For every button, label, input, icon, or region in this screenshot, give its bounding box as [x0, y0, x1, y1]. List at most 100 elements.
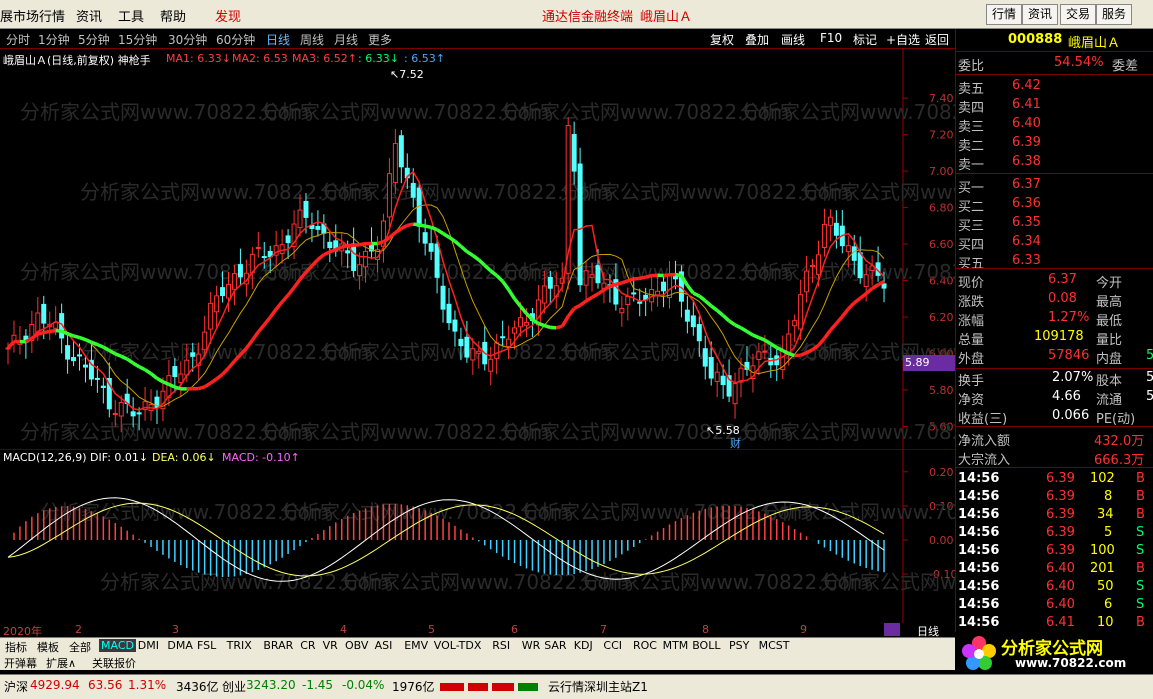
menu-discover[interactable]: 发现 [215, 6, 241, 25]
trend-segment [276, 302, 282, 309]
period-toolbar: 分时 1分钟 5分钟 15分钟 30分钟 60分钟 日线 周线 月线 更多 复权… [0, 29, 955, 49]
trend-segment [872, 285, 878, 289]
indicator-tab[interactable]: ROC [631, 639, 659, 652]
indicator-tab[interactable]: VOL-TDX [432, 639, 484, 652]
period-15min[interactable]: 15分钟 [118, 31, 157, 48]
candle [685, 310, 689, 321]
indicator-tab[interactable]: MACD [99, 639, 136, 652]
indicator-tab[interactable]: CR [298, 639, 317, 652]
candle [441, 286, 445, 309]
adjust-button[interactable]: 复权 [710, 31, 734, 48]
watermark: 分析家公式网www.70822.Com [740, 420, 955, 444]
candle [822, 224, 826, 247]
scroll-indicator[interactable] [884, 623, 900, 636]
indicator-tab[interactable]: PSY [727, 639, 751, 652]
candle [72, 358, 76, 361]
sell-level-label: 卖四 [958, 97, 984, 116]
related-quote-button[interactable]: 关联报价 [92, 655, 136, 671]
trend-segment [336, 247, 342, 250]
period-1min[interactable]: 1分钟 [38, 31, 70, 48]
danmu-button[interactable]: 开弹幕 [4, 655, 37, 671]
menu-news[interactable]: 资讯 [76, 6, 102, 25]
stat-value-2: 5. [1146, 370, 1153, 385]
indicator-tab[interactable]: 全部 [67, 639, 93, 655]
mark-button[interactable]: 标记 [853, 31, 877, 48]
back-button[interactable]: 返回 [925, 31, 949, 48]
trend-segment [842, 309, 848, 317]
trend-segment [157, 378, 163, 381]
period-more[interactable]: 更多 [368, 31, 392, 48]
candle [709, 358, 713, 379]
dif-label: DIF: 0.01↓ [90, 451, 148, 464]
candle [42, 304, 46, 323]
watermark: 分析家公式网www.70822.Com [760, 500, 955, 524]
indicator-tabs: 指标模板全部 MACDDMI DMAFSL TRIX BRARCR VROBVASI EMV… [0, 637, 955, 655]
indicator-tab[interactable]: EMV [402, 639, 430, 652]
indicator-tab[interactable]: FSL [195, 639, 218, 652]
trend-segment [824, 330, 830, 338]
news-button[interactable]: 资讯 [1022, 4, 1058, 25]
indicator-tab[interactable]: ASI [373, 639, 395, 652]
add-watchlist-button[interactable]: +自选 [886, 31, 920, 48]
indicator-tab[interactable]: BOLL [690, 639, 722, 652]
menu-market[interactable]: 展市场行情 [0, 6, 65, 25]
period-daily[interactable]: 日线 [266, 31, 290, 48]
candle [489, 359, 493, 371]
tick-row: 14:56 6.40 50 S [956, 578, 1153, 597]
indicator-tab[interactable]: OBV [343, 639, 370, 652]
indicator-tab[interactable]: DMI [136, 639, 161, 652]
indicator-tab[interactable]: TRIX [225, 639, 254, 652]
tick-time: 14:56 [958, 525, 999, 540]
indicator-tab[interactable]: BRAR [261, 639, 295, 652]
expand-button[interactable]: 扩展∧ [46, 655, 76, 671]
indicator-tab[interactable]: 指标 [3, 639, 29, 655]
service-button[interactable]: 服务 [1096, 4, 1132, 25]
indicator-tab[interactable]: 模板 [35, 639, 61, 655]
candle [83, 365, 87, 367]
period-weekly[interactable]: 周线 [300, 31, 324, 48]
f10-button[interactable]: F10 [820, 31, 842, 45]
candle [66, 346, 70, 359]
netflow-row: 净流入额 432.0万 [956, 429, 1153, 448]
indicator-tab[interactable]: MCST [757, 639, 792, 652]
tick-row: 14:56 6.40 201 B [956, 560, 1153, 579]
tick-price: 6.40 [1046, 579, 1075, 594]
period-intraday[interactable]: 分时 [6, 31, 30, 48]
trend-segment [175, 387, 181, 389]
indicator-tab[interactable]: RSI [490, 639, 512, 652]
period-monthly[interactable]: 月线 [334, 31, 358, 48]
indicator-tab[interactable]: CCI [601, 639, 624, 652]
period-60min[interactable]: 60分钟 [216, 31, 255, 48]
candle [411, 184, 415, 198]
indicator-tab[interactable]: KDJ [572, 639, 595, 652]
quote-button[interactable]: 行情 [986, 4, 1022, 25]
indicator-tab[interactable]: DMA [165, 639, 195, 652]
period-30min[interactable]: 30分钟 [168, 31, 207, 48]
candle [548, 278, 552, 289]
price-chart[interactable]: 7.407.207.006.806.606.406.206.005.805.60… [0, 49, 955, 449]
trend-segment [354, 245, 360, 246]
period-5min[interactable]: 5分钟 [78, 31, 110, 48]
tick-direction: S [1136, 543, 1144, 558]
tick-direction: B [1136, 615, 1145, 630]
menu-tools[interactable]: 工具 [118, 6, 144, 25]
indicator-tab[interactable]: WR [520, 639, 543, 652]
draw-line-button[interactable]: 画线 [781, 31, 805, 48]
candle [137, 413, 141, 414]
trend-segment [586, 297, 592, 301]
menu-help[interactable]: 帮助 [160, 6, 186, 25]
overlay-button[interactable]: 叠加 [745, 31, 769, 48]
indicator-tab[interactable]: SAR [542, 639, 568, 652]
trend-segment [562, 316, 568, 326]
buy-level-label: 买五 [958, 253, 984, 272]
trend-segment [789, 354, 795, 356]
buy-level-label: 买四 [958, 234, 984, 253]
tick-direction: S [1136, 597, 1144, 612]
trade-button[interactable]: 交易 [1060, 4, 1096, 25]
indicator-tab[interactable]: VR [321, 639, 340, 652]
trend-segment [866, 289, 872, 294]
trend-segment [401, 225, 407, 228]
menu-bar: 展市场行情 资讯 工具 帮助 发现 通达信金融终端 峨眉山Ａ 行情 资讯 交易 … [0, 0, 1153, 29]
macd-chart[interactable]: 0.200.100.00-0.10分析家公式网www.70822.Com分析家公… [0, 449, 955, 623]
indicator-tab[interactable]: MTM [661, 639, 691, 652]
